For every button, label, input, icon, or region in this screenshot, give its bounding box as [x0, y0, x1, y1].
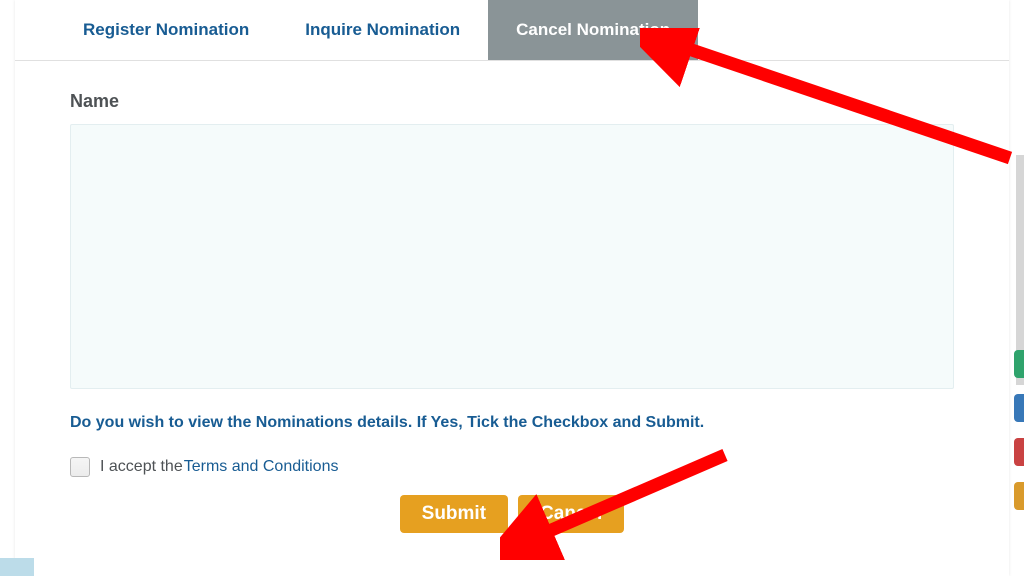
side-widget-blue[interactable] — [1014, 394, 1024, 422]
cancel-button[interactable]: Cancel — [518, 495, 624, 533]
instruction-text: Do you wish to view the Nominations deta… — [70, 414, 954, 432]
button-row: Submit Cancel — [70, 495, 954, 533]
name-label: Name — [70, 91, 954, 112]
tab-bar: Register Nomination Inquire Nomination C… — [15, 0, 1009, 61]
tab-inquire-nomination[interactable]: Inquire Nomination — [277, 0, 488, 60]
side-widget-orange[interactable] — [1014, 482, 1024, 510]
submit-button[interactable]: Submit — [400, 495, 508, 533]
side-widget-red[interactable] — [1014, 438, 1024, 466]
side-widget-green[interactable] — [1014, 350, 1024, 378]
name-textarea[interactable] — [70, 124, 954, 389]
accept-text: I accept the — [100, 458, 183, 476]
terms-row: I accept the Terms and Conditions — [70, 457, 954, 477]
tab-register-nomination[interactable]: Register Nomination — [55, 0, 277, 60]
terms-and-conditions-link[interactable]: Terms and Conditions — [184, 458, 339, 476]
bottom-left-stub — [0, 558, 34, 576]
terms-checkbox[interactable] — [70, 457, 90, 477]
main-panel: Register Nomination Inquire Nomination C… — [15, 0, 1009, 576]
tab-cancel-nomination[interactable]: Cancel Nomination — [488, 0, 698, 60]
form-content: Name Do you wish to view the Nominations… — [15, 61, 1009, 533]
